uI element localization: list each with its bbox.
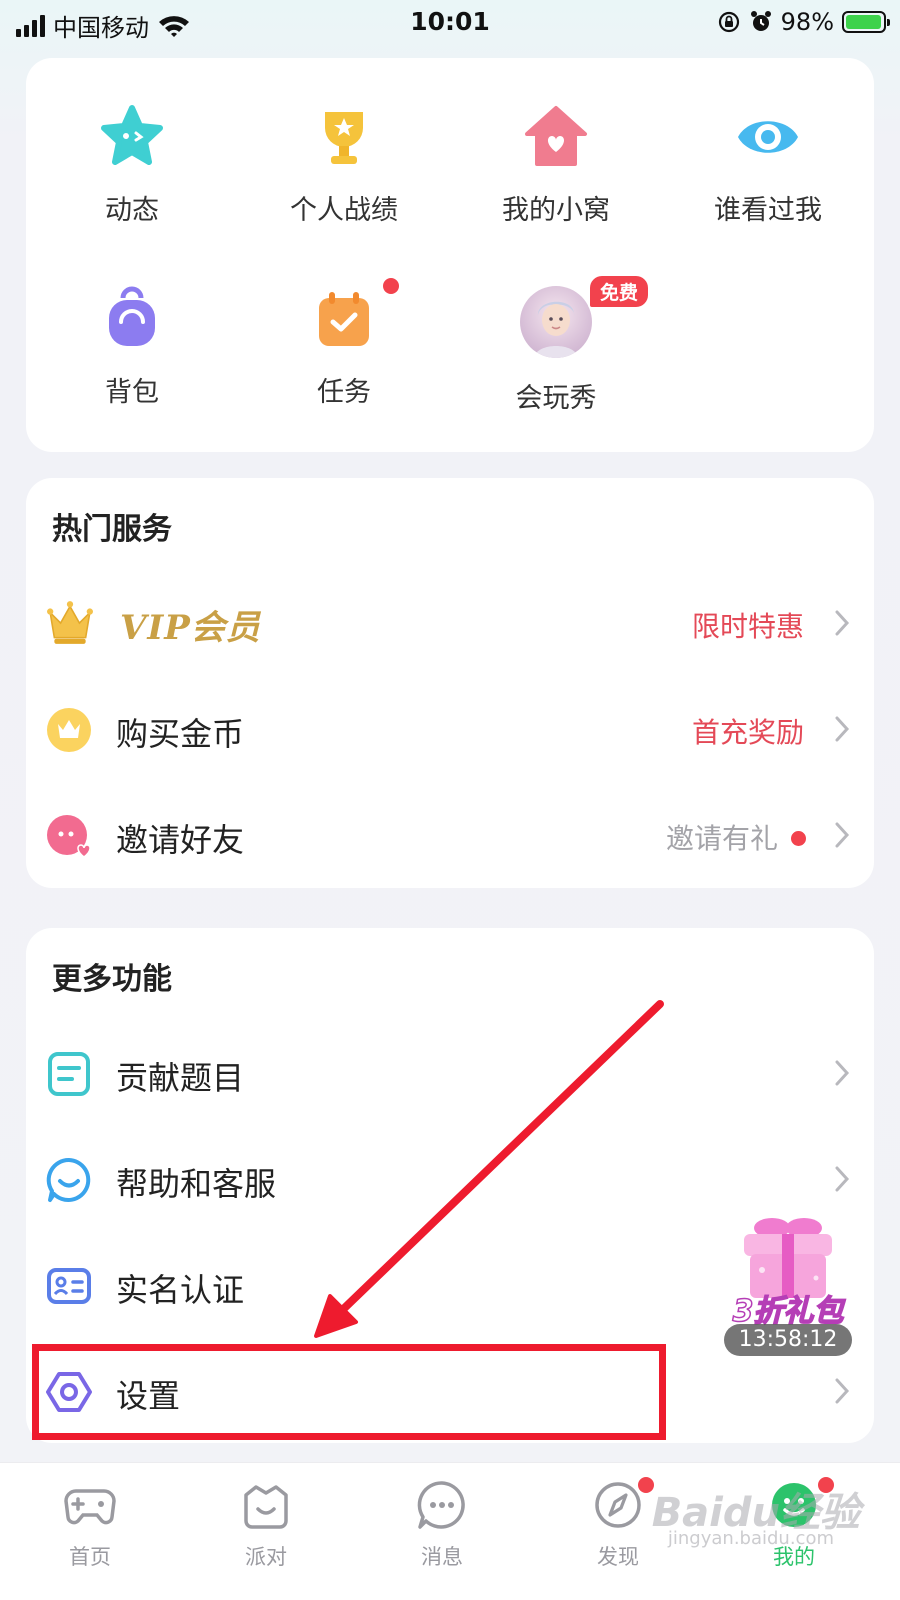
grid-item-tasks[interactable]: 任务: [238, 278, 450, 409]
trophy-icon: [325, 112, 363, 164]
grid-item-visitors[interactable]: 谁看过我: [662, 104, 874, 227]
row-hint: 首充奖励: [691, 716, 804, 749]
hot-services-card: 热门服务 VIP会员 限时特惠 购买金币 首充奖励 邀请好友 邀请有礼: [26, 478, 874, 888]
chat-smile-icon: [46, 1157, 91, 1202]
grid-label: 会玩秀: [515, 383, 597, 414]
tab-label: 派对: [245, 1545, 287, 1569]
home-heart-icon: [525, 106, 587, 166]
crown-icon: [47, 601, 93, 644]
battery-icon: [842, 11, 890, 33]
row-label: 邀请好友: [116, 821, 245, 859]
row-label: 购买金币: [116, 715, 245, 753]
coin-crown-icon: [47, 708, 91, 752]
grid-label: 个人战绩: [290, 195, 398, 226]
notification-dot: [791, 831, 806, 846]
battery-percent: 98%: [780, 8, 834, 36]
watermark-url: jingyan.baidu.com: [667, 1528, 834, 1549]
grid-label: 动态: [105, 195, 159, 226]
chevron-right-icon: [835, 1378, 850, 1404]
grid-item-dynamics[interactable]: 动态: [26, 104, 238, 227]
tab-party[interactable]: 派对: [206, 1477, 326, 1571]
tab-messages[interactable]: 消息: [382, 1477, 502, 1571]
party-face-icon: [244, 1485, 288, 1529]
vip-row[interactable]: VIP会员 限时特惠: [26, 570, 874, 676]
row-label: 实名认证: [116, 1271, 245, 1309]
tab-label: 发现: [597, 1545, 639, 1569]
notification-dot: [383, 278, 399, 294]
gamepad-icon: [64, 1489, 116, 1525]
grid-label: 我的小窝: [502, 195, 610, 226]
grid-item-backpack[interactable]: 背包: [26, 286, 238, 409]
free-badge: 免费: [588, 274, 651, 309]
row-hint: 邀请有礼: [665, 822, 778, 855]
tab-label: 首页: [69, 1545, 111, 1569]
tab-home[interactable]: 首页: [30, 1477, 150, 1571]
contribute-questions-row[interactable]: 贡献题目: [26, 1020, 874, 1126]
vip-logo: VIP会员: [120, 608, 261, 648]
grid-label: 背包: [105, 377, 159, 408]
grid-item-home[interactable]: 我的小窝: [450, 104, 662, 227]
gift-countdown: 13:58:12: [724, 1324, 852, 1356]
row-label: 帮助和客服: [116, 1165, 277, 1203]
eye-icon: [738, 121, 798, 153]
chevron-right-icon: [835, 822, 850, 848]
status-bar: 中国移动 10:01 98%: [0, 0, 900, 46]
chevron-right-icon: [835, 716, 850, 742]
chevron-right-icon: [835, 1166, 850, 1192]
row-label: 贡献题目: [116, 1059, 245, 1097]
annotation-highlight-box: [32, 1344, 666, 1440]
invite-friends-row[interactable]: 邀请好友 邀请有礼: [26, 782, 874, 888]
friend-heart-icon: [47, 815, 91, 858]
document-icon: [48, 1052, 90, 1096]
grid-label: 任务: [317, 377, 371, 408]
chevron-right-icon: [835, 610, 850, 636]
chevron-right-icon: [835, 1060, 850, 1086]
id-card-icon: [47, 1268, 91, 1304]
tab-label: 消息: [421, 1545, 463, 1569]
discount-gift-widget[interactable]: 3折礼包 13:58:12: [722, 1214, 854, 1356]
rotation-lock-icon: [718, 11, 739, 33]
alarm-icon: [750, 11, 771, 31]
section-title: 更多功能: [52, 962, 172, 997]
shortcut-grid-card: 动态 个人战绩 我的小窝 谁看过我 背包 任务 免费 会玩秀: [26, 58, 874, 452]
star-face-icon: [101, 105, 163, 165]
section-title: 热门服务: [52, 512, 172, 547]
row-hint: 限时特惠: [691, 610, 804, 643]
message-dots-icon: [417, 1481, 465, 1529]
avatar-icon: [520, 286, 592, 358]
buy-coins-row[interactable]: 购买金币 首充奖励: [26, 676, 874, 782]
backpack-icon: [109, 286, 155, 346]
grid-item-show[interactable]: 免费 会玩秀: [450, 274, 662, 415]
calendar-check-icon: [319, 292, 369, 346]
grid-label: 谁看过我: [714, 195, 822, 226]
grid-item-records[interactable]: 个人战绩: [238, 104, 450, 227]
